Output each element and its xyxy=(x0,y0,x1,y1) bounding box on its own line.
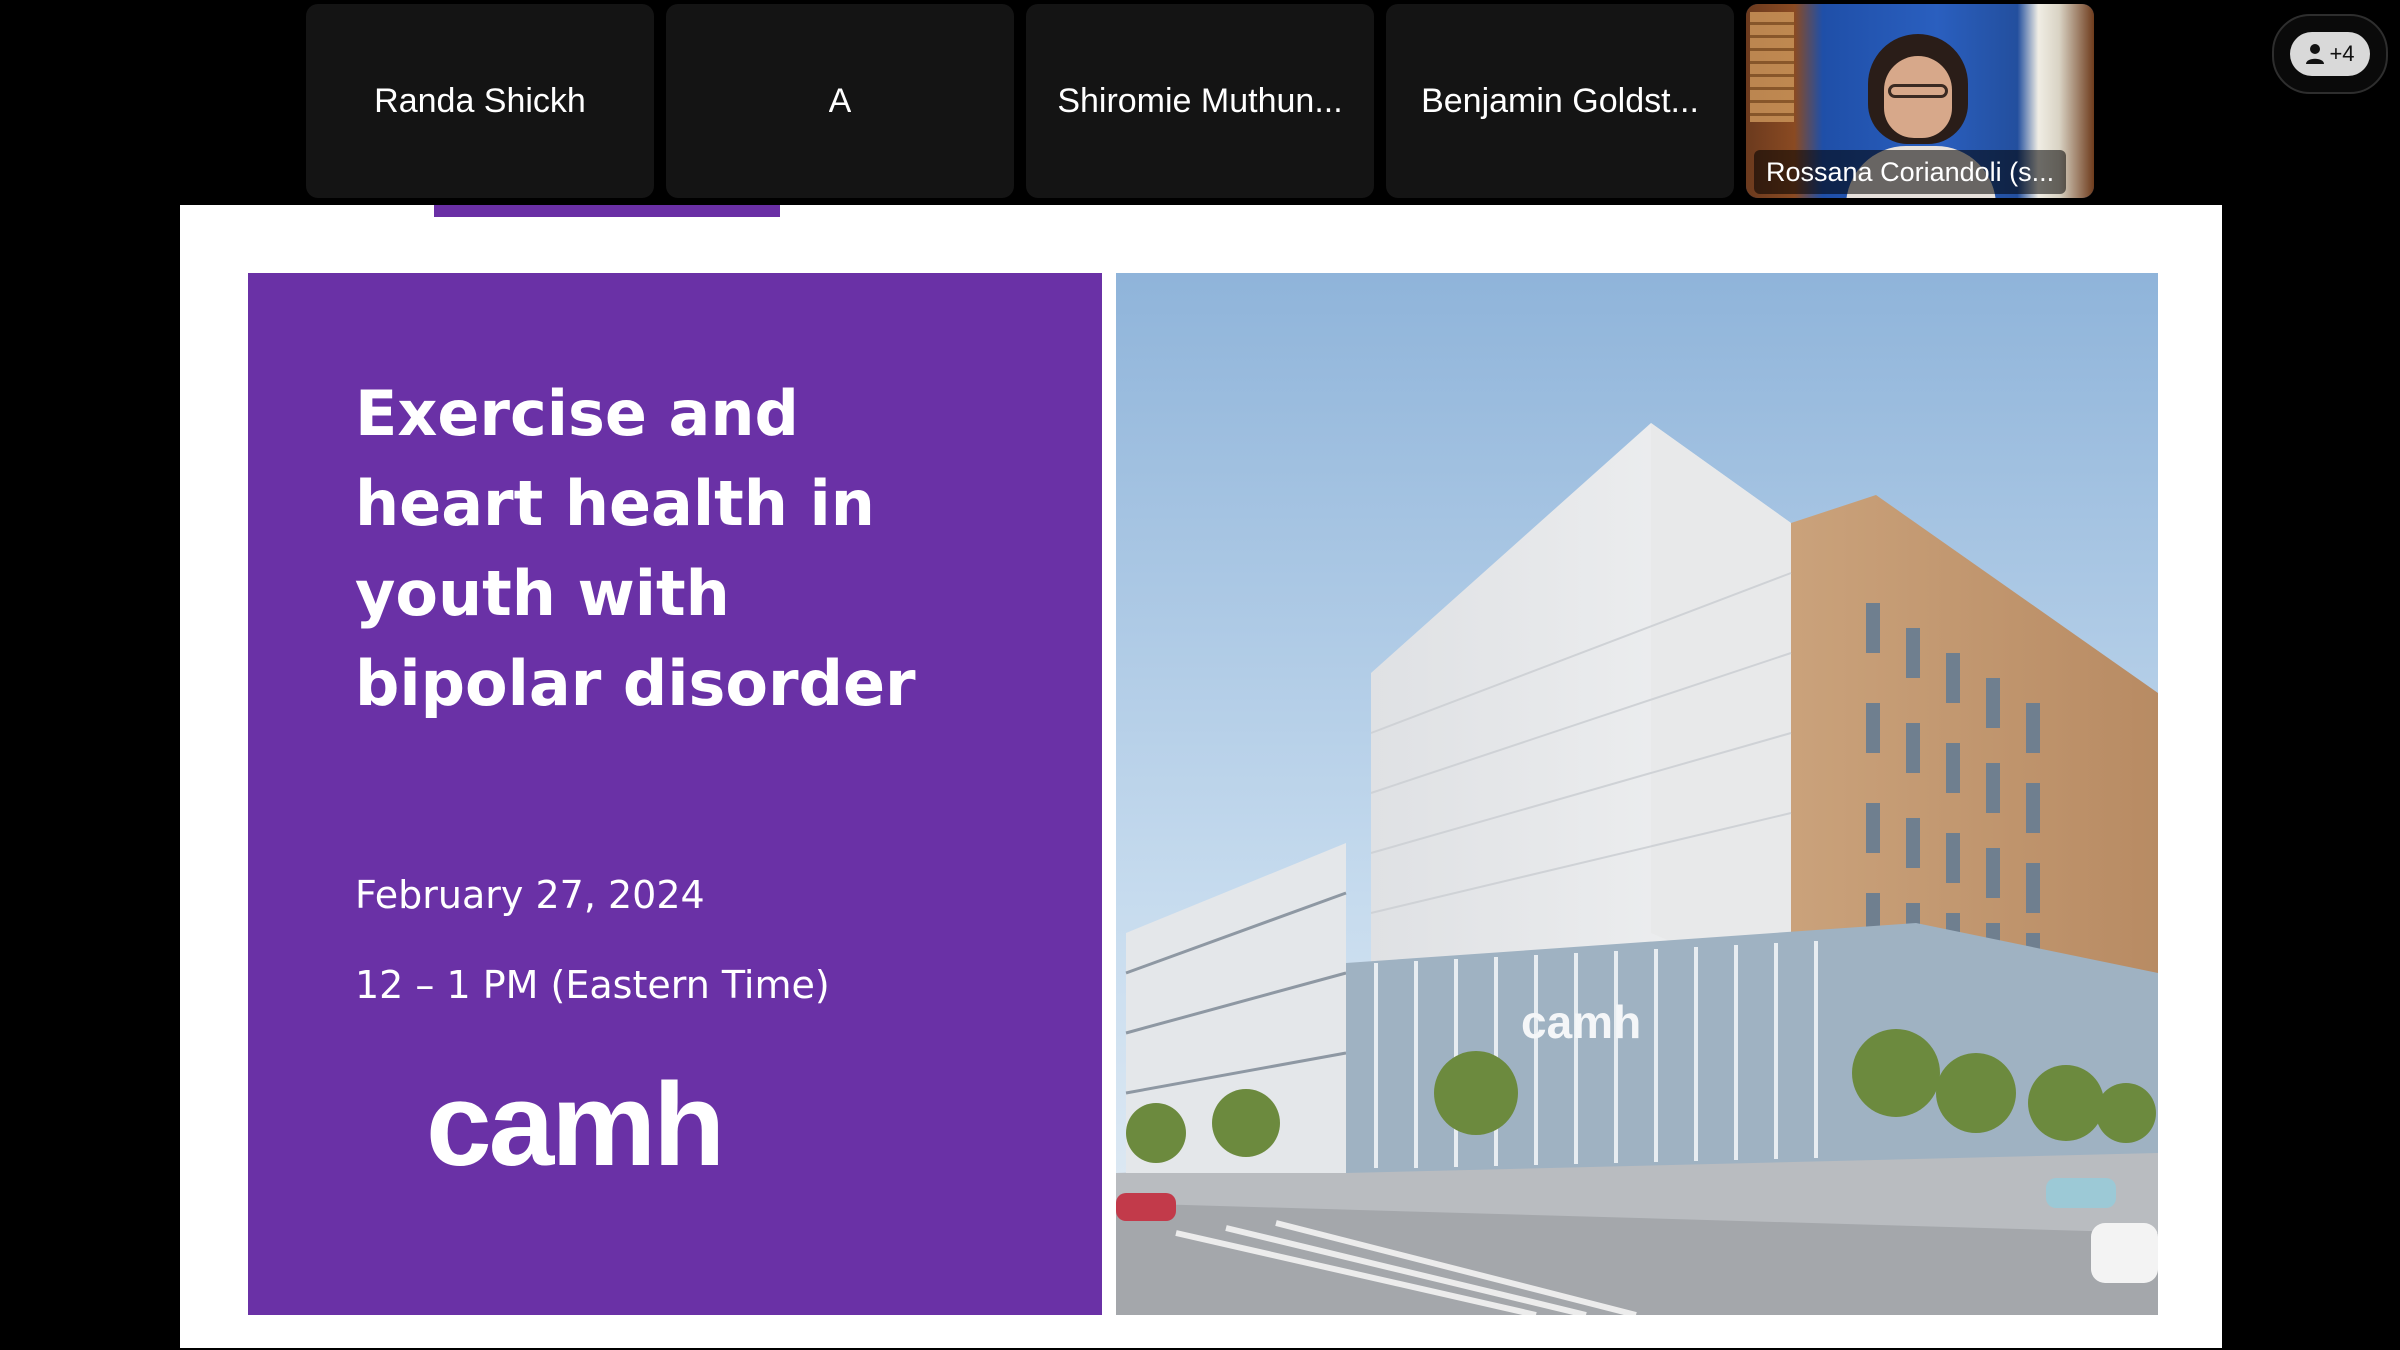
participant-name-label: Rossana Coriandoli (s... xyxy=(1754,150,2067,194)
participant-tile[interactable]: Shiromie Muthun... xyxy=(1026,4,1374,198)
participant-name: Benjamin Goldst... xyxy=(1421,81,1699,120)
slide-title: Exercise and heart health in youth with … xyxy=(355,377,916,720)
building-illustration: camh xyxy=(1116,273,2158,1315)
building-sign: camh xyxy=(1521,996,1641,1048)
participant-video-tile[interactable]: Rossana Coriandoli (s... xyxy=(1746,4,2094,198)
participant-tile[interactable]: Randa Shickh xyxy=(306,4,654,198)
slide-accent-bar xyxy=(434,205,780,217)
slide-time: 12 – 1 PM (Eastern Time) xyxy=(355,963,830,1007)
participant-tile[interactable]: A xyxy=(666,4,1014,198)
participants-overflow-count: +4 xyxy=(2329,41,2355,66)
participant-name: A xyxy=(828,81,852,120)
meeting-window: Randa Shickh A Shiromie Muthun... Benjam… xyxy=(0,0,2400,1350)
participants-overflow-button[interactable]: +4 xyxy=(2272,14,2388,94)
camh-logo: camh xyxy=(426,1059,725,1191)
slide-title-panel: Exercise and heart health in youth with … xyxy=(248,273,1102,1315)
participant-tile[interactable]: Benjamin Goldst... xyxy=(1386,4,1734,198)
participants-overflow-badge: +4 xyxy=(2290,32,2370,76)
participant-name: Rossana Coriandoli (s... xyxy=(1766,156,2055,187)
participant-name: Shiromie Muthun... xyxy=(1057,81,1343,120)
video-background-window xyxy=(1750,12,1794,122)
participant-name: Randa Shickh xyxy=(374,81,586,120)
slide-date: February 27, 2024 xyxy=(355,873,705,917)
person-icon xyxy=(2306,44,2325,64)
